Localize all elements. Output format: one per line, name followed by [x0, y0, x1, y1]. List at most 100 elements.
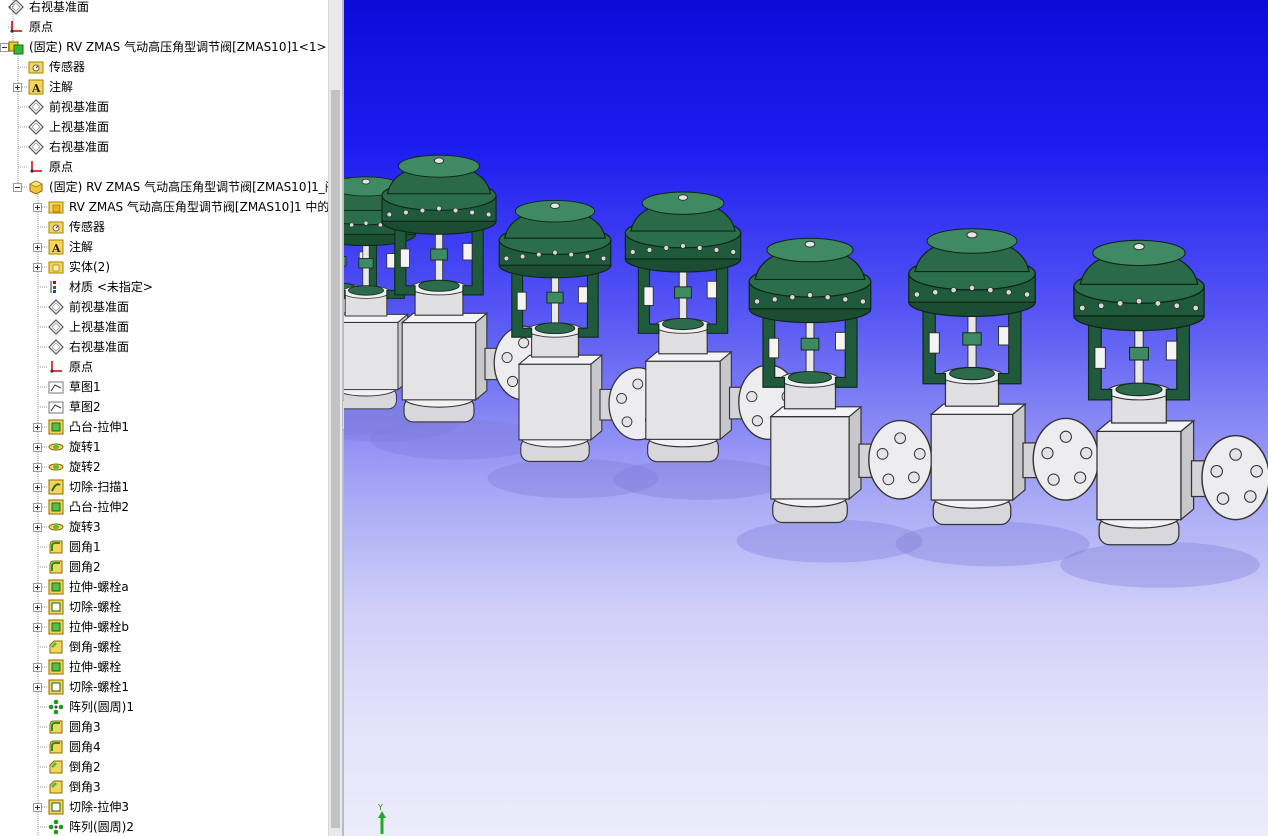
- graphics-viewport[interactable]: Y: [344, 0, 1268, 836]
- fillet-icon: [48, 719, 64, 735]
- expand-plus-icon[interactable]: [33, 203, 42, 212]
- fillet-icon: [48, 559, 64, 575]
- tree-item-label: 前视基准面: [49, 100, 110, 114]
- tree-item[interactable]: 旋转1: [0, 437, 328, 457]
- tree-item[interactable]: 切除-扫描1: [0, 477, 328, 497]
- part-icon: [28, 179, 44, 195]
- tree-item[interactable]: 旋转3: [0, 517, 328, 537]
- tree-item-label: 旋转1: [69, 440, 101, 454]
- tree-item-label: RV ZMAS 气动高压角型调节阀[ZMAS10]1 中的: [69, 200, 328, 214]
- expand-plus-icon[interactable]: [33, 803, 42, 812]
- tree-item[interactable]: (固定) RV ZMAS 气动高压角型调节阀[ZMAS10]1<1> (: [0, 37, 328, 57]
- valve-model[interactable]: [1060, 239, 1268, 588]
- tree-item[interactable]: 前视基准面: [0, 97, 328, 117]
- boss-extrude-icon: [48, 419, 64, 435]
- tree-item[interactable]: 切除-螺栓1: [0, 677, 328, 697]
- tree-item[interactable]: 凸台-拉伸1: [0, 417, 328, 437]
- valve-model[interactable]: [895, 228, 1100, 567]
- tree-item-label: (固定) RV ZMAS 气动高压角型调节阀[ZMAS10]1<1> (: [29, 40, 328, 54]
- tree-item[interactable]: 传感器: [0, 57, 328, 77]
- boss-extrude-icon: [48, 659, 64, 675]
- tree-item[interactable]: 阵列(圆周)2: [0, 817, 328, 836]
- tree-item[interactable]: 旋转2: [0, 457, 328, 477]
- tree-item-label: 切除-拉伸3: [69, 800, 129, 814]
- tree-item[interactable]: 拉伸-螺栓b: [0, 617, 328, 637]
- tree-item-label: (固定) RV ZMAS 气动高压角型调节阀[ZMAS10]1_阀: [49, 180, 328, 194]
- solid-bodies-folder-icon: [48, 259, 64, 275]
- expand-plus-icon[interactable]: [33, 263, 42, 272]
- tree-item[interactable]: 右视基准面: [0, 137, 328, 157]
- tree-item[interactable]: 草图2: [0, 397, 328, 417]
- expand-plus-icon[interactable]: [33, 443, 42, 452]
- tree-item-label: 前视基准面: [69, 300, 130, 314]
- revolve-icon: [48, 439, 64, 455]
- chamfer-icon: [48, 639, 64, 655]
- tree-item[interactable]: 右视基准面: [0, 0, 328, 17]
- tree-item[interactable]: A 注解: [0, 77, 328, 97]
- scrollbar-thumb[interactable]: [331, 90, 340, 828]
- tree-item[interactable]: 原点: [0, 17, 328, 37]
- boss-extrude-icon: [48, 619, 64, 635]
- expand-plus-icon[interactable]: [33, 483, 42, 492]
- tree-item[interactable]: 实体(2): [0, 257, 328, 277]
- expand-plus-icon[interactable]: [33, 583, 42, 592]
- tree-item[interactable]: 圆角2: [0, 557, 328, 577]
- tree-item[interactable]: 材质 <未指定>: [0, 277, 328, 297]
- plane-icon: [48, 319, 64, 335]
- tree-item-label: 阵列(圆周)2: [69, 820, 134, 834]
- tree-item-label: 注解: [49, 80, 74, 94]
- tree-item[interactable]: 上视基准面: [0, 317, 328, 337]
- tree-item-label: 草图1: [69, 380, 101, 394]
- expand-plus-icon[interactable]: [33, 663, 42, 672]
- chamfer-icon: [48, 779, 64, 795]
- tree-item[interactable]: 拉伸-螺栓: [0, 657, 328, 677]
- boss-extrude-icon: [48, 499, 64, 515]
- tree-item[interactable]: 上视基准面: [0, 117, 328, 137]
- tree-item-label: 倒角-螺栓: [69, 640, 122, 654]
- expand-plus-icon[interactable]: [13, 83, 22, 92]
- tree-item-label: 切除-螺栓: [69, 600, 122, 614]
- tree-item-label: 传感器: [49, 60, 86, 74]
- expand-plus-icon[interactable]: [33, 603, 42, 612]
- tree-item-label: 上视基准面: [49, 120, 110, 134]
- annotation-icon: A: [28, 79, 44, 95]
- tree-item-label: 右视基准面: [49, 140, 110, 154]
- tree-item[interactable]: (固定) RV ZMAS 气动高压角型调节阀[ZMAS10]1_阀: [0, 177, 328, 197]
- tree-item[interactable]: 前视基准面: [0, 297, 328, 317]
- expand-plus-icon[interactable]: [33, 463, 42, 472]
- expand-plus-icon[interactable]: [33, 243, 42, 252]
- circular-pattern-icon: [48, 819, 64, 835]
- tree-item[interactable]: 圆角1: [0, 537, 328, 557]
- tree-item[interactable]: 拉伸-螺栓a: [0, 577, 328, 597]
- tree-item[interactable]: 草图1: [0, 377, 328, 397]
- plane-icon: [28, 139, 44, 155]
- tree-item[interactable]: RV ZMAS 气动高压角型调节阀[ZMAS10]1 中的: [0, 197, 328, 217]
- collapse-minus-icon[interactable]: [13, 183, 22, 192]
- tree-item[interactable]: 倒角3: [0, 777, 328, 797]
- tree-item[interactable]: 传感器: [0, 217, 328, 237]
- tree-item-label: 圆角2: [69, 560, 101, 574]
- tree-item[interactable]: 阵列(圆周)1: [0, 697, 328, 717]
- tree-item-label: 材质 <未指定>: [69, 280, 153, 294]
- history-folder-icon: [48, 199, 64, 215]
- expand-plus-icon[interactable]: [33, 623, 42, 632]
- tree-item[interactable]: 圆角3: [0, 717, 328, 737]
- expand-plus-icon[interactable]: [33, 423, 42, 432]
- tree-vertical-scrollbar[interactable]: [328, 0, 343, 836]
- tree-item[interactable]: 倒角2: [0, 757, 328, 777]
- tree-item[interactable]: 切除-拉伸3: [0, 797, 328, 817]
- tree-item[interactable]: 切除-螺栓: [0, 597, 328, 617]
- tree-item[interactable]: 原点: [0, 357, 328, 377]
- tree-item-label: 圆角4: [69, 740, 101, 754]
- expand-plus-icon[interactable]: [33, 523, 42, 532]
- tree-item[interactable]: 圆角4: [0, 737, 328, 757]
- expand-plus-icon[interactable]: [33, 683, 42, 692]
- tree-item[interactable]: 原点: [0, 157, 328, 177]
- expand-plus-icon[interactable]: [33, 503, 42, 512]
- tree-item[interactable]: 凸台-拉伸2: [0, 497, 328, 517]
- tree-item[interactable]: 倒角-螺栓: [0, 637, 328, 657]
- tree-item[interactable]: 右视基准面: [0, 337, 328, 357]
- tree-item[interactable]: A 注解: [0, 237, 328, 257]
- tree-item-label: 凸台-拉伸1: [69, 420, 129, 434]
- sketch-icon: [48, 379, 64, 395]
